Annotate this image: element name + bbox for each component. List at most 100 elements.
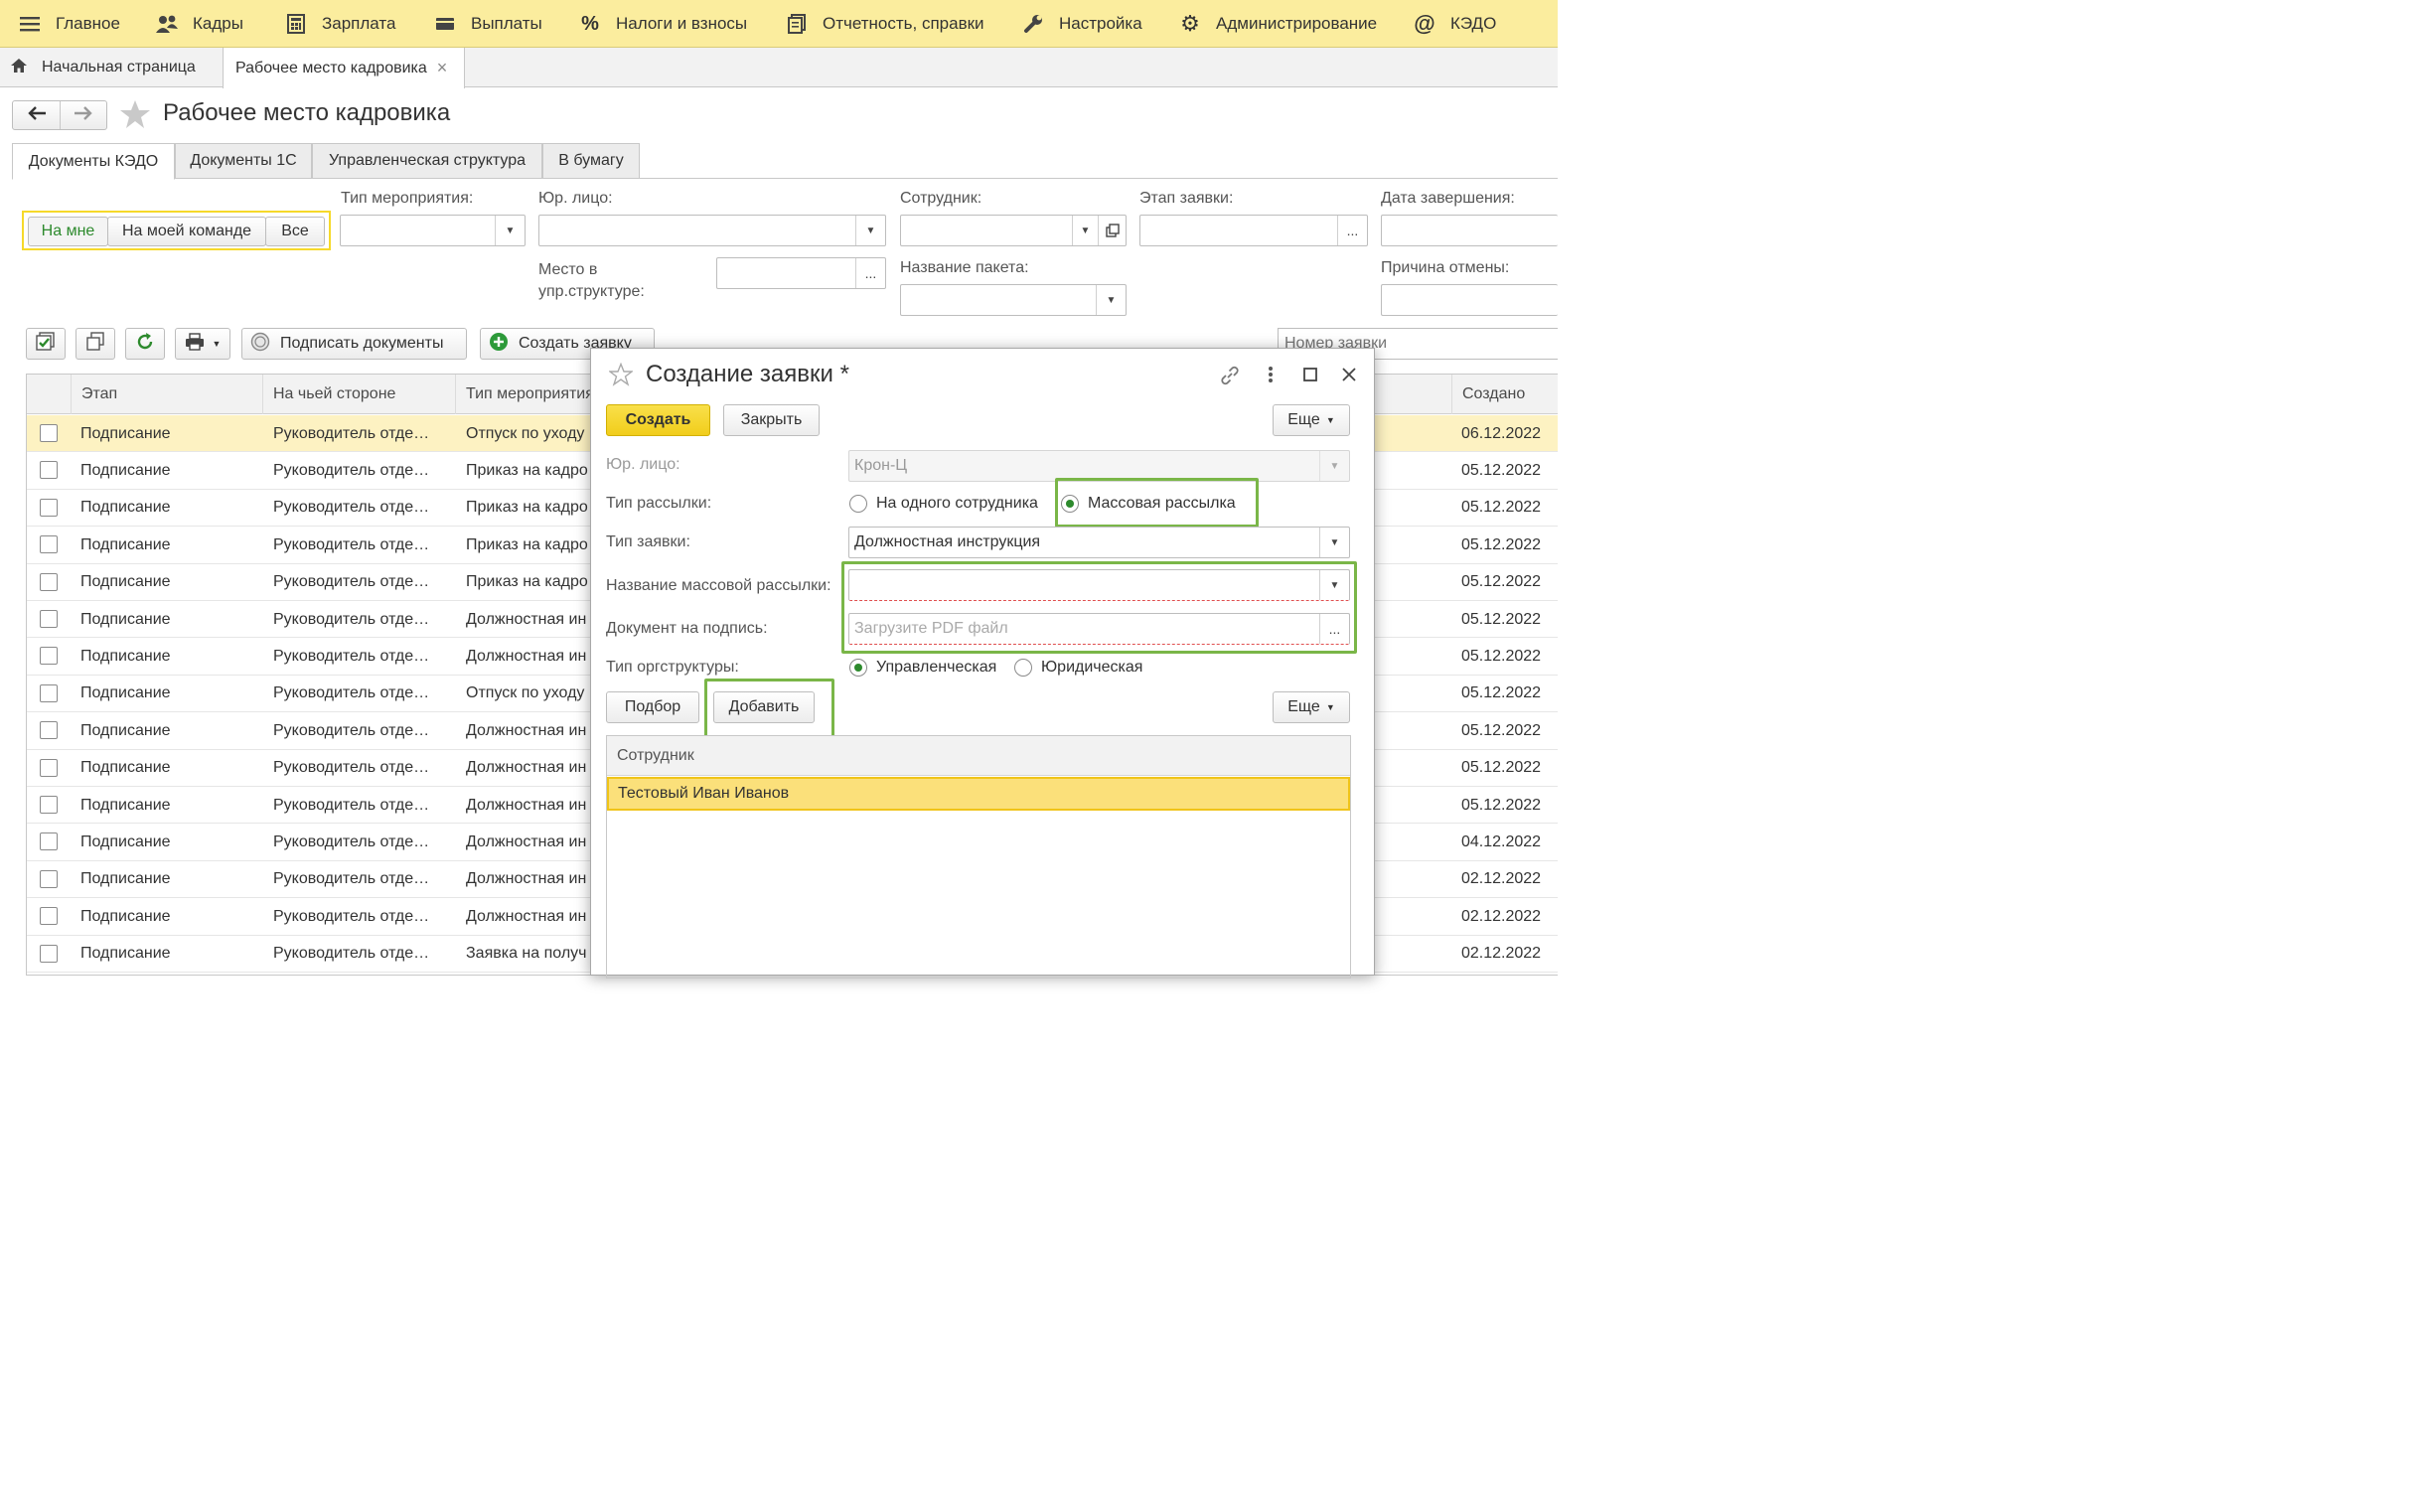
row-checkbox[interactable]	[40, 572, 58, 591]
home-icon	[10, 58, 28, 78]
dropdown-icon[interactable]: ▼	[1096, 285, 1126, 315]
dropdown-icon[interactable]: ▼	[855, 216, 885, 245]
more-button[interactable]: Еще ▼	[1273, 404, 1350, 436]
employee-list-row[interactable]: Тестовый Иван Иванов	[607, 777, 1350, 811]
forward-button[interactable]	[61, 101, 106, 129]
place-field[interactable]: ...	[716, 257, 886, 289]
tab-home[interactable]: Начальная страница	[0, 48, 221, 87]
select-button[interactable]: Подбор	[606, 691, 699, 723]
cell-event-type: Должностная ин	[466, 832, 587, 850]
row-checkbox[interactable]	[40, 944, 58, 963]
tab-to-paper[interactable]: В бумагу	[542, 143, 640, 179]
dropdown-icon[interactable]: ▼	[1319, 528, 1349, 557]
link-icon[interactable]	[1219, 365, 1241, 391]
row-checkbox[interactable]	[40, 796, 58, 814]
mailing-single-radio[interactable]	[849, 495, 867, 513]
open-icon[interactable]	[1098, 216, 1126, 245]
menu-item-main[interactable]: Главное	[18, 0, 120, 48]
calculator-icon	[284, 12, 308, 36]
dropdown-icon[interactable]: ▼	[495, 216, 525, 245]
scope-team-button[interactable]: На моей команде	[107, 217, 266, 246]
cancel-reason-field[interactable]	[1381, 284, 1558, 316]
ellipsis-icon[interactable]: ...	[855, 258, 885, 288]
employee-field[interactable]: ▼	[900, 215, 1127, 246]
tab-management-structure[interactable]: Управленческая структура	[312, 143, 542, 179]
create-button[interactable]: Создать	[606, 404, 710, 436]
cell-stage: Подписание	[80, 499, 171, 517]
org-managerial-label[interactable]: Управленческая	[876, 659, 996, 677]
package-name-label: Название пакета:	[900, 259, 1029, 276]
row-checkbox[interactable]	[40, 683, 58, 702]
scope-mine-button[interactable]: На мне	[28, 217, 108, 246]
request-type-field[interactable]: Должностная инструкция ▼	[848, 527, 1350, 558]
tab-kedo-docs[interactable]: Документы КЭДО	[12, 143, 175, 180]
favorite-star-icon[interactable]	[119, 99, 151, 134]
mailing-single-label[interactable]: На одного сотрудника	[876, 495, 1038, 513]
cell-event-type: Должностная ин	[466, 796, 587, 814]
row-checkbox[interactable]	[40, 869, 58, 888]
menu-item-payments[interactable]: Выплаты	[433, 0, 542, 48]
ellipsis-icon[interactable]: ...	[1337, 216, 1367, 245]
row-checkbox[interactable]	[40, 535, 58, 554]
cell-created: 04.12.2022	[1461, 832, 1542, 850]
scope-all-button[interactable]: Все	[265, 217, 325, 246]
employee-list-header[interactable]: Сотрудник	[607, 736, 1350, 776]
org-managerial-radio[interactable]	[849, 659, 867, 677]
stage-field[interactable]: ...	[1139, 215, 1368, 246]
employee-list: Сотрудник Тестовый Иван Иванов	[606, 735, 1351, 979]
cell-side: Руководитель отде…	[273, 759, 430, 777]
copy-button[interactable]	[75, 328, 115, 360]
org-legal-label[interactable]: Юридическая	[1041, 659, 1142, 677]
mass-name-label: Название массовой рассылки:	[606, 577, 831, 594]
column-header-created[interactable]: Создано	[1451, 375, 1559, 414]
menu-item-reports[interactable]: Отчетность, справки	[785, 0, 984, 48]
row-checkbox[interactable]	[40, 610, 58, 628]
cell-created: 06.12.2022	[1461, 424, 1542, 442]
print-button[interactable]: ▼	[175, 328, 230, 360]
close-tab-icon[interactable]: ×	[437, 58, 448, 78]
menu-item-salary[interactable]: Зарплата	[284, 0, 395, 48]
cell-created: 02.12.2022	[1461, 945, 1542, 963]
row-checkbox[interactable]	[40, 424, 58, 442]
close-button[interactable]: Закрыть	[723, 404, 820, 436]
back-button[interactable]	[13, 101, 61, 129]
menu-item-staff[interactable]: Кадры	[155, 0, 243, 48]
dropdown-icon[interactable]: ▼	[1072, 216, 1098, 245]
sign-documents-button[interactable]: Подписать документы	[241, 328, 467, 360]
row-checkbox[interactable]	[40, 832, 58, 851]
refresh-button[interactable]	[125, 328, 165, 360]
event-type-field[interactable]: ▼	[340, 215, 526, 246]
list-more-button[interactable]: Еще ▼	[1273, 691, 1350, 723]
menu-item-settings[interactable]: Настройка	[1021, 0, 1142, 48]
tab-1c-docs[interactable]: Документы 1С	[175, 143, 312, 179]
row-checkbox[interactable]	[40, 758, 58, 777]
close-icon[interactable]	[1341, 367, 1357, 387]
row-checkbox[interactable]	[40, 647, 58, 666]
request-type-label: Тип заявки:	[606, 533, 690, 550]
more-vertical-icon[interactable]	[1267, 365, 1275, 389]
cell-created: 05.12.2022	[1461, 499, 1542, 517]
cell-stage: Подписание	[80, 832, 171, 850]
window-tabs-bar: Начальная страница Рабочее место кадрови…	[0, 48, 1558, 88]
menu-item-kedo[interactable]: @ КЭДО	[1413, 0, 1496, 48]
row-checkbox[interactable]	[40, 721, 58, 740]
tab-current[interactable]: Рабочее место кадровика ×	[223, 48, 465, 88]
maximize-icon[interactable]	[1303, 368, 1317, 386]
end-date-field[interactable]	[1381, 215, 1558, 246]
row-checkbox[interactable]	[40, 498, 58, 517]
mark-all-button[interactable]	[26, 328, 66, 360]
row-checkbox[interactable]	[40, 461, 58, 480]
menu-item-taxes[interactable]: % Налоги и взносы	[578, 0, 747, 48]
row-checkbox[interactable]	[40, 907, 58, 926]
people-icon	[155, 12, 179, 36]
legal-entity-field[interactable]: ▼	[538, 215, 886, 246]
favorite-star-icon[interactable]	[607, 362, 635, 391]
menu-item-admin[interactable]: ⚙ Администрирование	[1178, 0, 1377, 48]
menu-label: Отчетность, справки	[823, 14, 984, 33]
cell-event-type: Должностная ин	[466, 907, 587, 925]
package-name-field[interactable]: ▼	[900, 284, 1127, 316]
printer-icon	[185, 332, 205, 356]
org-legal-radio[interactable]	[1014, 659, 1032, 677]
column-header-side[interactable]: На чьей стороне	[262, 375, 455, 414]
column-header-stage[interactable]: Этап	[71, 375, 262, 414]
